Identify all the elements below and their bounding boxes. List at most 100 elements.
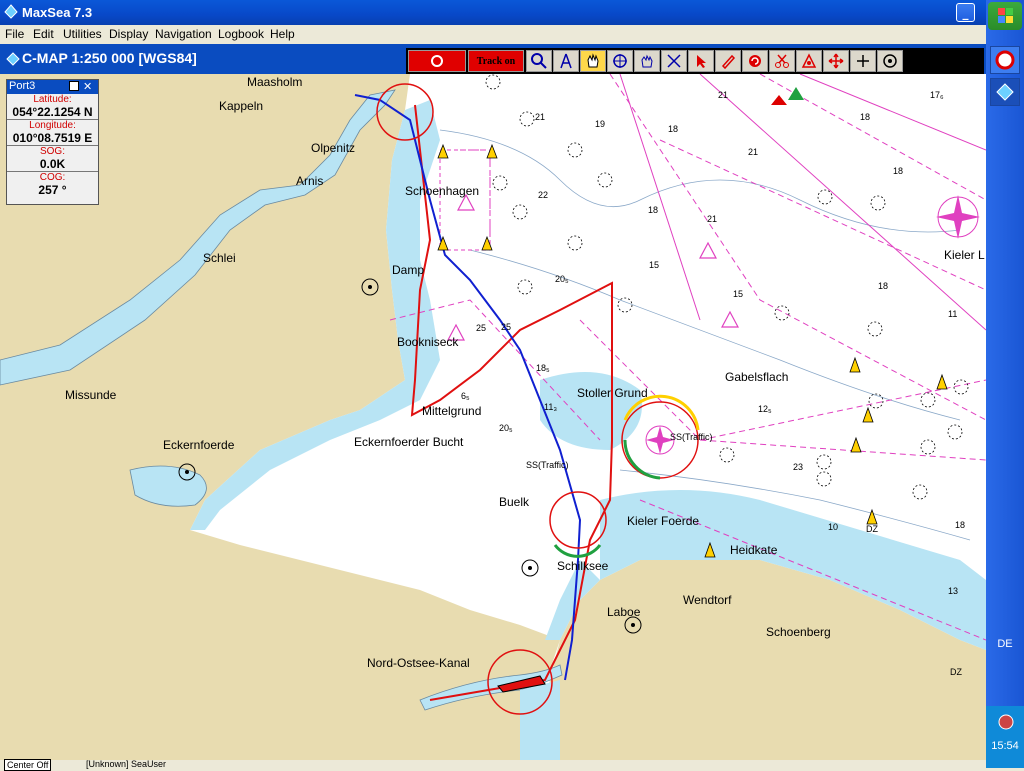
label-wendtorf: Wendtorf [683,593,732,607]
depth-sounding: 11 [948,309,957,319]
depth-sounding: 21 [718,90,728,100]
crosshair-icon [613,54,627,68]
nautical-chart[interactable]: Maasholm Kappeln Olpenitz Arnis Schlei S… [0,74,986,760]
depth-sounding: 21 [707,214,717,224]
target-icon [883,54,897,68]
depth-sounding: 18₅ [536,363,550,373]
mark-icon [801,53,817,68]
chart-toolbar: Track on [406,48,984,74]
track-on-button[interactable]: Track on [468,50,524,72]
route-tool[interactable] [661,50,687,72]
depth-sounding: 12₅ [758,404,772,414]
menu-navigation[interactable]: Navigation [155,27,212,41]
panel-title: Port3 [9,80,36,92]
menu-display[interactable]: Display [109,27,148,41]
label-traffic-2: SS(Traffic) [670,432,713,442]
maxsea-icon [996,83,1014,101]
panel-restore-button[interactable] [69,81,79,91]
compass-icon [560,53,572,69]
label-kieler-foerde: Kieler Foerde [627,514,699,528]
taskbar-app-maxsea[interactable] [990,78,1020,106]
latitude-label: Latitude: [33,94,72,105]
cut-tool[interactable] [769,50,795,72]
clock[interactable]: 15:54 [986,740,1024,752]
label-heidkate: Heidkate [730,543,778,557]
depth-sounding: 25 [476,323,486,333]
depth-sounding: 25 [501,322,511,332]
menu-help[interactable]: Help [270,27,295,41]
center-off-button[interactable]: Center Off [4,759,52,771]
depth-sounding: 10 [828,522,838,532]
chart-scale-label: C-MAP 1:250 000 [WGS84] [22,50,197,66]
label-kieler: Kieler L [944,248,985,262]
sog-label: SOG: [39,146,65,157]
longitude-label: Longitude: [29,120,76,131]
depth-sounding: 15 [733,289,743,299]
move-arrows-icon [828,53,844,69]
depth-sounding: 13 [948,586,958,596]
label-schoenhagen: Schoenhagen [405,184,479,198]
depth-sounding: 18 [893,166,903,176]
label-gabelsflach: Gabelsflach [725,370,788,384]
tray-icons [998,714,1014,730]
center-tool[interactable] [877,50,903,72]
hand-icon [587,53,599,68]
zoom-tool[interactable] [526,50,552,72]
depth-sounding: 18 [648,205,658,215]
depth-sounding: 20₅ [555,274,569,284]
label-dz-1: DZ [866,524,878,534]
maxsea-app-icon [4,4,18,19]
pan-tool[interactable] [580,50,606,72]
depth-sounding: 21 [535,112,545,122]
title-bar: MaxSea 7.3 _ [0,0,986,25]
longitude-value: 010°08.7519 E [7,131,98,146]
label-nord-ostsee-kanal: Nord-Ostsee-Kanal [367,656,470,670]
menu-bar: File Edit Utilities Display Navigation L… [0,25,986,43]
depth-sounding: 22 [538,190,548,200]
pencil-tool[interactable] [715,50,741,72]
record-button[interactable] [408,50,466,72]
target-tool[interactable] [607,50,633,72]
menu-utilities[interactable]: Utilities [63,27,102,41]
record-icon [431,55,443,67]
compass-tool[interactable] [553,50,579,72]
start-button[interactable] [988,2,1022,30]
plus-icon [857,55,869,67]
label-schoenberg: Schoenberg [766,625,831,639]
magnifier-icon [531,53,547,69]
label-arnis: Arnis [296,174,323,188]
add-tool[interactable] [850,50,876,72]
rotate-tool[interactable] [742,50,768,72]
windows-logo-icon [998,8,1013,23]
depth-sounding: 18 [878,281,888,291]
label-damp: Damp [392,263,424,277]
position-panel[interactable]: Port3 ✕ Latitude: 054°22.1254 N Longitud… [6,79,99,205]
hand-tool[interactable] [634,50,660,72]
mark-tool[interactable] [796,50,822,72]
panel-header[interactable]: Port3 ✕ [7,80,98,94]
label-mittelgrund: Mittelgrund [422,404,481,418]
move-tool[interactable] [823,50,849,72]
depth-sounding: 21 [748,147,758,157]
pointer-tool[interactable] [688,50,714,72]
label-olpenitz: Olpenitz [311,141,355,155]
label-traffic-1: SS(Traffic) [526,460,569,470]
menu-logbook[interactable]: Logbook [218,27,264,41]
taskbar-app-1[interactable] [990,46,1020,74]
chart-icon [6,52,20,66]
label-eckernfoerde: Eckernfoerde [163,438,235,452]
label-laboe: Laboe [607,605,641,619]
panel-close-button[interactable]: ✕ [83,80,92,93]
label-stoller-grund: Stoller Grund [577,386,648,400]
depth-sounding: 18 [860,112,870,122]
chart-canvas[interactable]: Maasholm Kappeln Olpenitz Arnis Schlei S… [0,74,986,760]
minimize-button[interactable]: _ [956,3,975,22]
sog-value: 0.0K [7,157,98,172]
language-indicator[interactable]: DE [986,638,1024,650]
menu-edit[interactable]: Edit [33,27,54,41]
menu-file[interactable]: File [5,27,24,41]
label-missunde: Missunde [65,388,117,402]
kiel-harbour [520,680,560,760]
label-eckernfoerder-bucht: Eckernfoerder Bucht [354,435,464,449]
label-buelk: Buelk [499,495,530,509]
